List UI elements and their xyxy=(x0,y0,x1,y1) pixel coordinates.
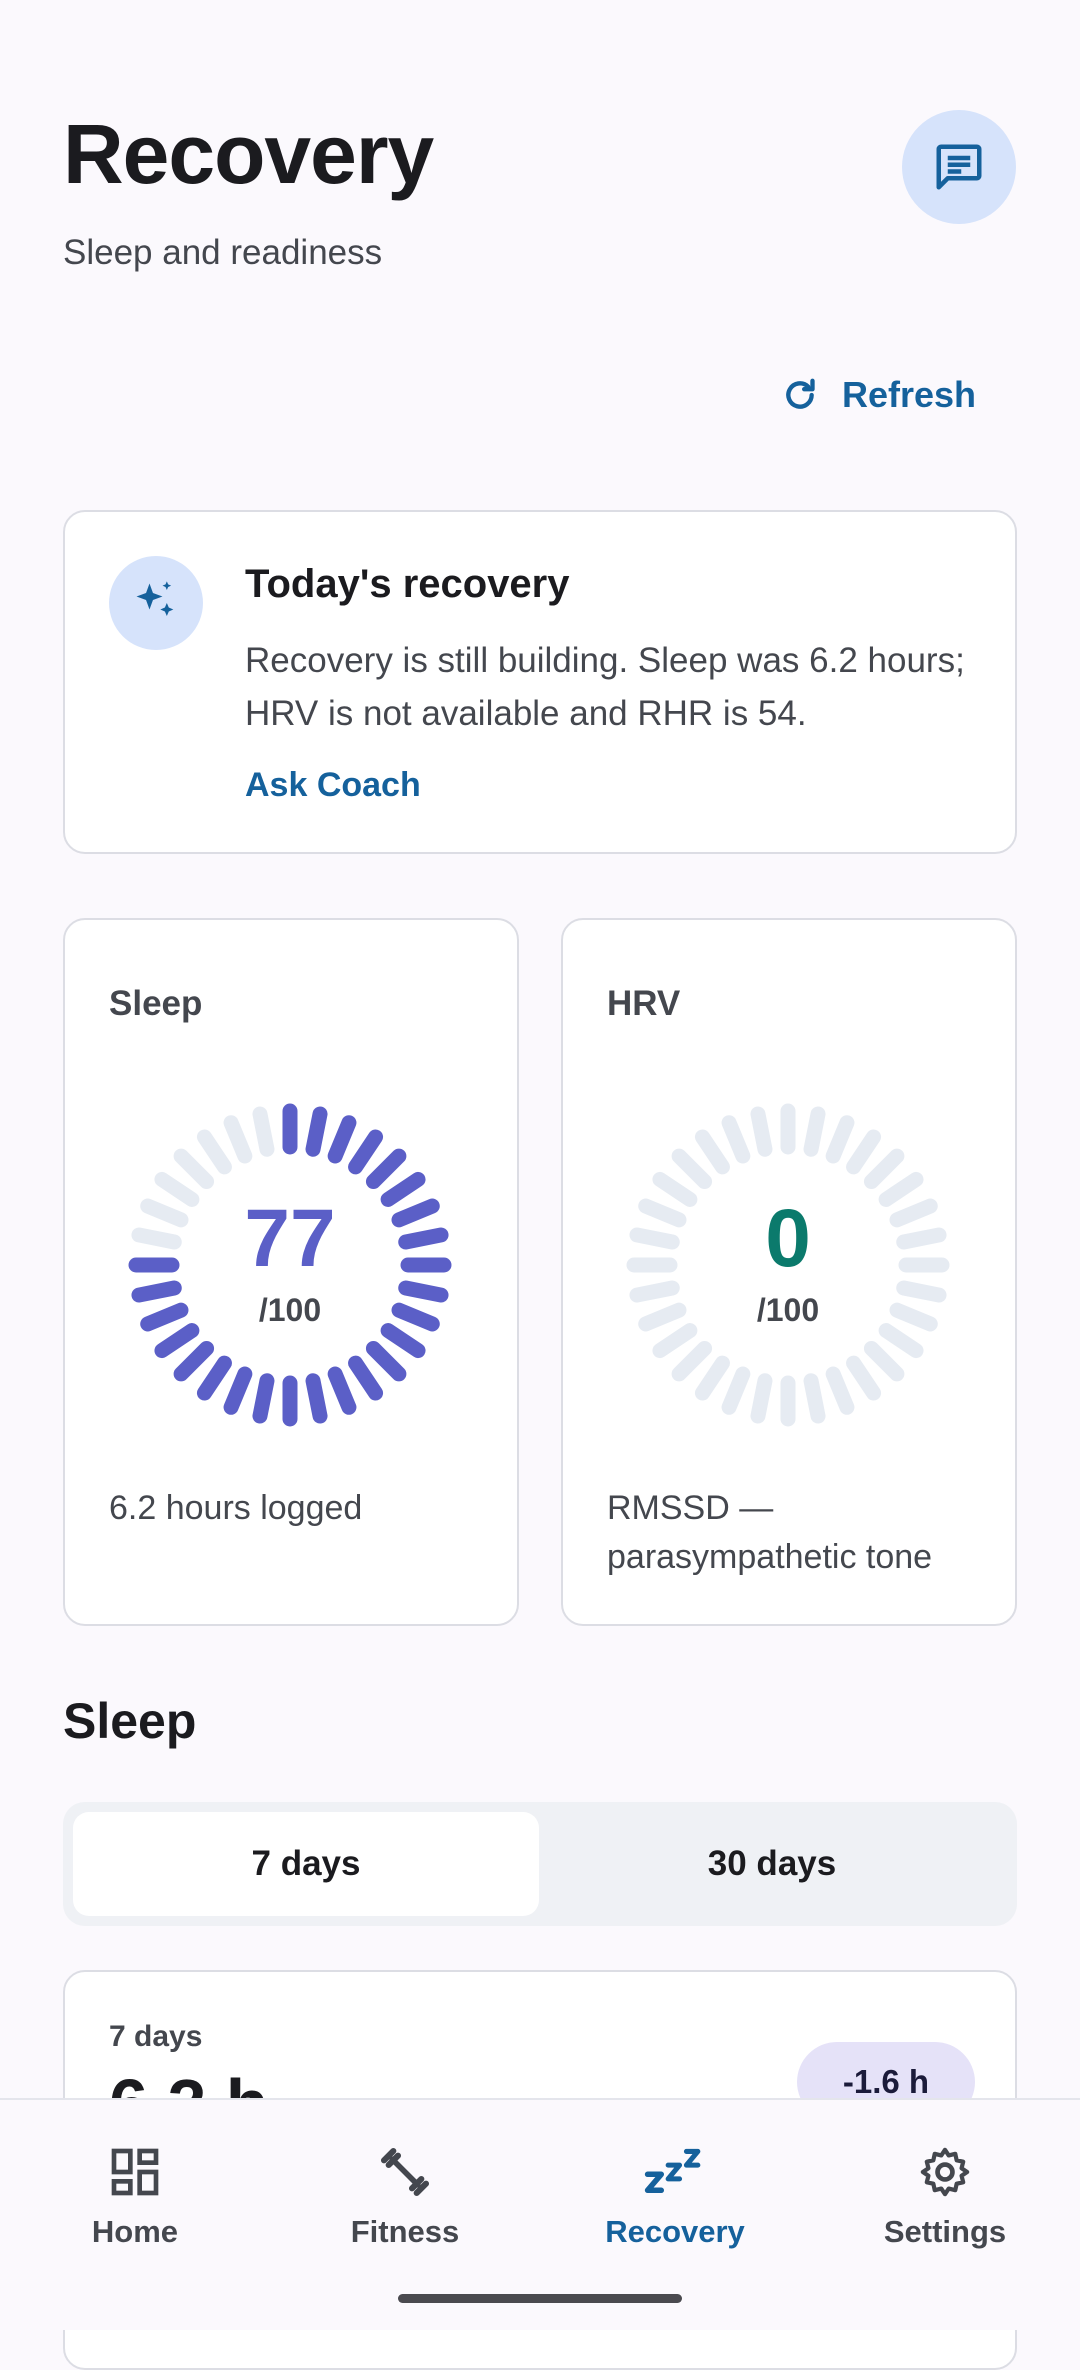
nav-item-settings[interactable]: Settings xyxy=(840,2144,1050,2250)
ring-segment-empty xyxy=(652,1323,698,1359)
ring-segment-empty xyxy=(750,1373,773,1424)
dumbbell-icon xyxy=(380,2147,430,2197)
ring-segment-empty xyxy=(694,1355,730,1401)
sleep-section-title: Sleep xyxy=(63,1693,197,1749)
ring-segment-filled xyxy=(348,1355,384,1401)
ring-segment-filled xyxy=(196,1355,232,1401)
ring-segment-empty xyxy=(878,1323,924,1359)
ring-segment-empty xyxy=(223,1115,253,1164)
ring-segment-empty xyxy=(825,1115,855,1164)
hrv-score-value: 0 xyxy=(765,1193,811,1284)
ring-segment-filled xyxy=(305,1106,328,1157)
ring-segment-filled xyxy=(365,1148,407,1190)
refresh-icon xyxy=(786,378,815,409)
nav-label: Fitness xyxy=(350,2214,460,2249)
sparkle-icon-badge xyxy=(109,556,203,650)
nav-item-recovery[interactable]: Recovery xyxy=(570,2144,780,2250)
todays-recovery-card: Today's recovery Recovery is still build… xyxy=(63,510,1017,854)
ring-segment-empty xyxy=(694,1129,730,1175)
ring-segment-empty xyxy=(863,1340,905,1382)
ring-segment-filled xyxy=(173,1340,215,1382)
sparkle-icon xyxy=(136,581,174,616)
ring-segment-filled xyxy=(327,1366,357,1415)
ring-segment-filled xyxy=(305,1373,328,1424)
hrv-score-card[interactable]: HRV 0 /100 RMSSD — parasympathetic tone xyxy=(561,918,1017,1626)
sleep-score-value: 77 xyxy=(244,1193,336,1284)
hrv-score-caption: RMSSD — parasympathetic tone xyxy=(607,1489,933,1576)
ring-segment-empty xyxy=(196,1129,232,1175)
recovery-card-body: Recovery is still building. Sleep was 6.… xyxy=(245,641,965,733)
ring-segment-filled xyxy=(252,1373,275,1424)
gear-icon xyxy=(920,2147,970,2197)
sleep-summary-label: 7 days xyxy=(109,2020,203,2053)
ring-segment-empty xyxy=(721,1115,751,1164)
sleep-zzz-icon xyxy=(644,2148,701,2194)
nav-label: Recovery xyxy=(605,2214,745,2249)
ring-segment-empty xyxy=(863,1148,905,1190)
hrv-score-max: /100 xyxy=(756,1292,820,1328)
ring-segment-empty xyxy=(825,1366,855,1415)
ring-segment-filled xyxy=(327,1115,357,1164)
ring-segment-empty xyxy=(803,1373,826,1424)
coach-chat-button[interactable] xyxy=(902,110,1016,224)
nav-item-home[interactable]: Home xyxy=(30,2144,240,2250)
nav-label: Settings xyxy=(883,2214,1007,2249)
tab-30-days[interactable]: 30 days xyxy=(539,1812,1005,1916)
nav-item-fitness[interactable]: Fitness xyxy=(300,2144,510,2250)
dashboard-icon xyxy=(111,2148,159,2196)
ring-segment-filled xyxy=(154,1323,200,1359)
ring-segment-empty xyxy=(652,1171,698,1207)
sleep-score-ring: 77 /100 xyxy=(125,1100,455,1430)
sleep-score-card[interactable]: Sleep 77 /100 6.2 hours logged xyxy=(63,918,519,1626)
ring-segment-filled xyxy=(223,1366,253,1415)
ring-segment-empty xyxy=(750,1106,773,1157)
ring-segment-filled xyxy=(365,1340,407,1382)
ring-segment-empty xyxy=(878,1171,924,1207)
metric-label: HRV xyxy=(607,984,681,1023)
page-title: Recovery xyxy=(63,107,434,201)
refresh-label: Refresh xyxy=(842,374,977,415)
nav-label: Home xyxy=(91,2214,179,2249)
ring-segment-empty xyxy=(846,1355,882,1401)
tab-7-days[interactable]: 7 days xyxy=(73,1812,539,1916)
ring-segment-empty xyxy=(671,1148,713,1190)
home-indicator xyxy=(398,2294,682,2303)
sleep-score-max: /100 xyxy=(258,1292,322,1328)
ring-segment-empty xyxy=(671,1340,713,1382)
hrv-score-ring: 0 /100 xyxy=(623,1100,953,1430)
metric-label: Sleep xyxy=(109,984,203,1023)
ring-segment-filled xyxy=(348,1129,384,1175)
sleep-range-toggle: 7 days 30 days xyxy=(63,1802,1017,1926)
ring-segment-empty xyxy=(721,1366,751,1415)
recovery-card-title: Today's recovery xyxy=(245,562,570,606)
ring-segment-empty xyxy=(173,1148,215,1190)
ring-segment-filled xyxy=(380,1323,426,1359)
chat-bubble-icon xyxy=(936,144,982,190)
ring-segment-empty xyxy=(803,1106,826,1157)
ring-segment-empty xyxy=(252,1106,275,1157)
ring-segment-empty xyxy=(154,1171,200,1207)
ring-segment-empty xyxy=(846,1129,882,1175)
sleep-score-caption: 6.2 hours logged xyxy=(109,1489,363,1527)
page-subtitle: Sleep and readiness xyxy=(63,233,383,272)
ring-segment-filled xyxy=(380,1171,426,1207)
ask-coach-link[interactable]: Ask Coach xyxy=(245,766,421,805)
refresh-button[interactable]: Refresh xyxy=(780,370,976,420)
